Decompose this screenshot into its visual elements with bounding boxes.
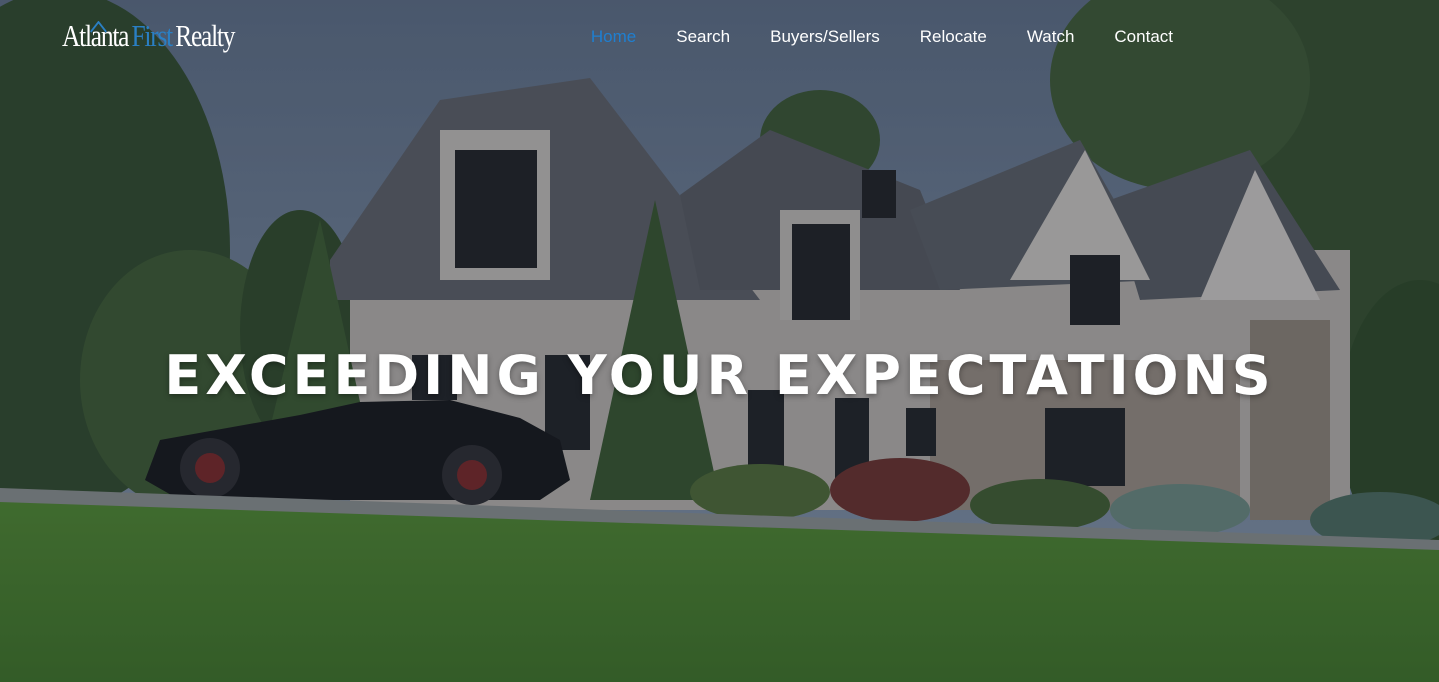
nav-item-contact[interactable]: Contact <box>1114 24 1173 50</box>
logo-word-2: First <box>131 18 174 53</box>
main-nav: Home Search Buyers/Sellers Relocate Watc… <box>591 24 1173 50</box>
nav-item-relocate[interactable]: Relocate <box>920 24 987 50</box>
logo-word-1: Atl <box>62 18 92 53</box>
logo-house-a: a <box>90 14 107 58</box>
logo-word-3: Realty <box>175 18 235 53</box>
hero-section: Atla nta First Realty Home Search Buyers/Se… <box>0 0 1439 682</box>
house-roof-icon <box>90 21 107 33</box>
nav-item-home[interactable]: Home <box>591 24 636 50</box>
hero-headline: EXCEEDING YOUR EXPECTATIONS <box>164 344 1275 408</box>
nav-item-watch[interactable]: Watch <box>1027 24 1075 50</box>
site-logo[interactable]: Atla nta First Realty <box>62 14 235 58</box>
nav-item-buyers-sellers[interactable]: Buyers/Sellers <box>770 24 880 50</box>
nav-item-search[interactable]: Search <box>676 24 730 50</box>
